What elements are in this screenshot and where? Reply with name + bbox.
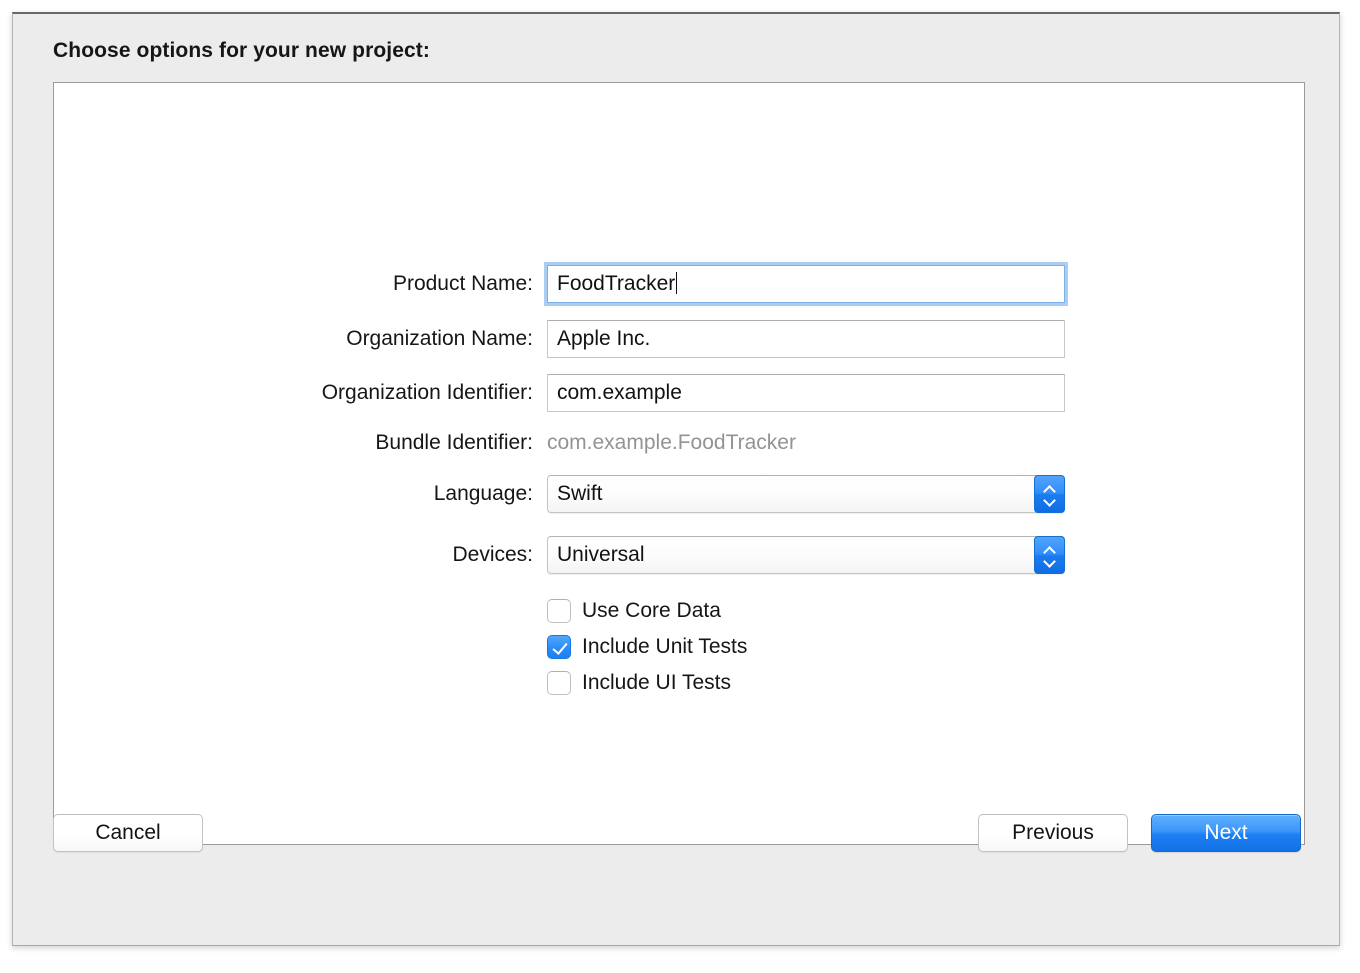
chevron-up-down-icon[interactable] (1034, 536, 1065, 574)
form-row-devices: Devices: Universal (54, 536, 1304, 574)
language-select[interactable]: Swift (547, 475, 1065, 513)
form-row-language: Language: Swift (54, 475, 1304, 513)
bundle-identifier-value: com.example.FoodTracker (547, 431, 796, 454)
project-options-form: Product Name: FoodTracker Organization Nam… (54, 83, 1304, 844)
form-row-organization-identifier: Organization Identifier: com.example (54, 374, 1304, 412)
chevron-up-icon (1044, 547, 1055, 554)
bundle-identifier-label: Bundle Identifier: (375, 431, 533, 454)
options-panel: Product Name: FoodTracker Organization Nam… (53, 82, 1305, 845)
devices-select[interactable]: Universal (547, 536, 1065, 574)
form-row-organization-name: Organization Name: Apple Inc. (54, 320, 1304, 358)
include-ui-tests-checkbox[interactable] (547, 671, 571, 695)
product-name-value: FoodTracker (557, 272, 676, 295)
include-unit-tests-checkbox[interactable] (547, 635, 571, 659)
devices-label: Devices: (452, 543, 533, 566)
chevron-down-icon (1044, 496, 1055, 503)
organization-identifier-label: Organization Identifier: (321, 381, 533, 404)
checkbox-row-use-core-data[interactable]: Use Core Data (547, 596, 721, 626)
checkbox-row-include-ui-tests[interactable]: Include UI Tests (547, 668, 731, 698)
cancel-button[interactable]: Cancel (53, 814, 203, 852)
new-project-options-window: Choose options for your new project: Pro… (12, 12, 1340, 946)
checkbox-row-include-unit-tests[interactable]: Include Unit Tests (547, 632, 747, 662)
organization-identifier-value: com.example (557, 381, 682, 404)
product-name-label: Product Name: (392, 272, 533, 295)
language-label: Language: (433, 482, 533, 505)
use-core-data-label: Use Core Data (582, 599, 721, 622)
form-row-bundle-identifier: Bundle Identifier: com.example.FoodTracke… (54, 424, 1304, 462)
next-button[interactable]: Next (1151, 814, 1301, 852)
include-ui-tests-label: Include UI Tests (582, 671, 732, 694)
text-cursor (676, 272, 678, 294)
organization-identifier-input[interactable]: com.example (547, 374, 1065, 412)
chevron-up-down-icon[interactable] (1034, 475, 1065, 513)
language-selected-value: Swift (557, 482, 603, 505)
organization-name-label: Organization Name: (346, 327, 533, 350)
product-name-input[interactable]: FoodTracker (544, 262, 1068, 306)
chevron-up-icon (1044, 486, 1055, 493)
page-title: Choose options for your new project: (53, 39, 430, 62)
form-row-product-name: Product Name: FoodTracker (54, 262, 1304, 306)
include-unit-tests-label: Include Unit Tests (582, 635, 748, 658)
use-core-data-checkbox[interactable] (547, 599, 571, 623)
chevron-down-icon (1044, 557, 1055, 564)
organization-name-value: Apple Inc. (557, 327, 651, 350)
previous-button[interactable]: Previous (978, 814, 1128, 852)
devices-selected-value: Universal (557, 543, 645, 566)
organization-name-input[interactable]: Apple Inc. (547, 320, 1065, 358)
